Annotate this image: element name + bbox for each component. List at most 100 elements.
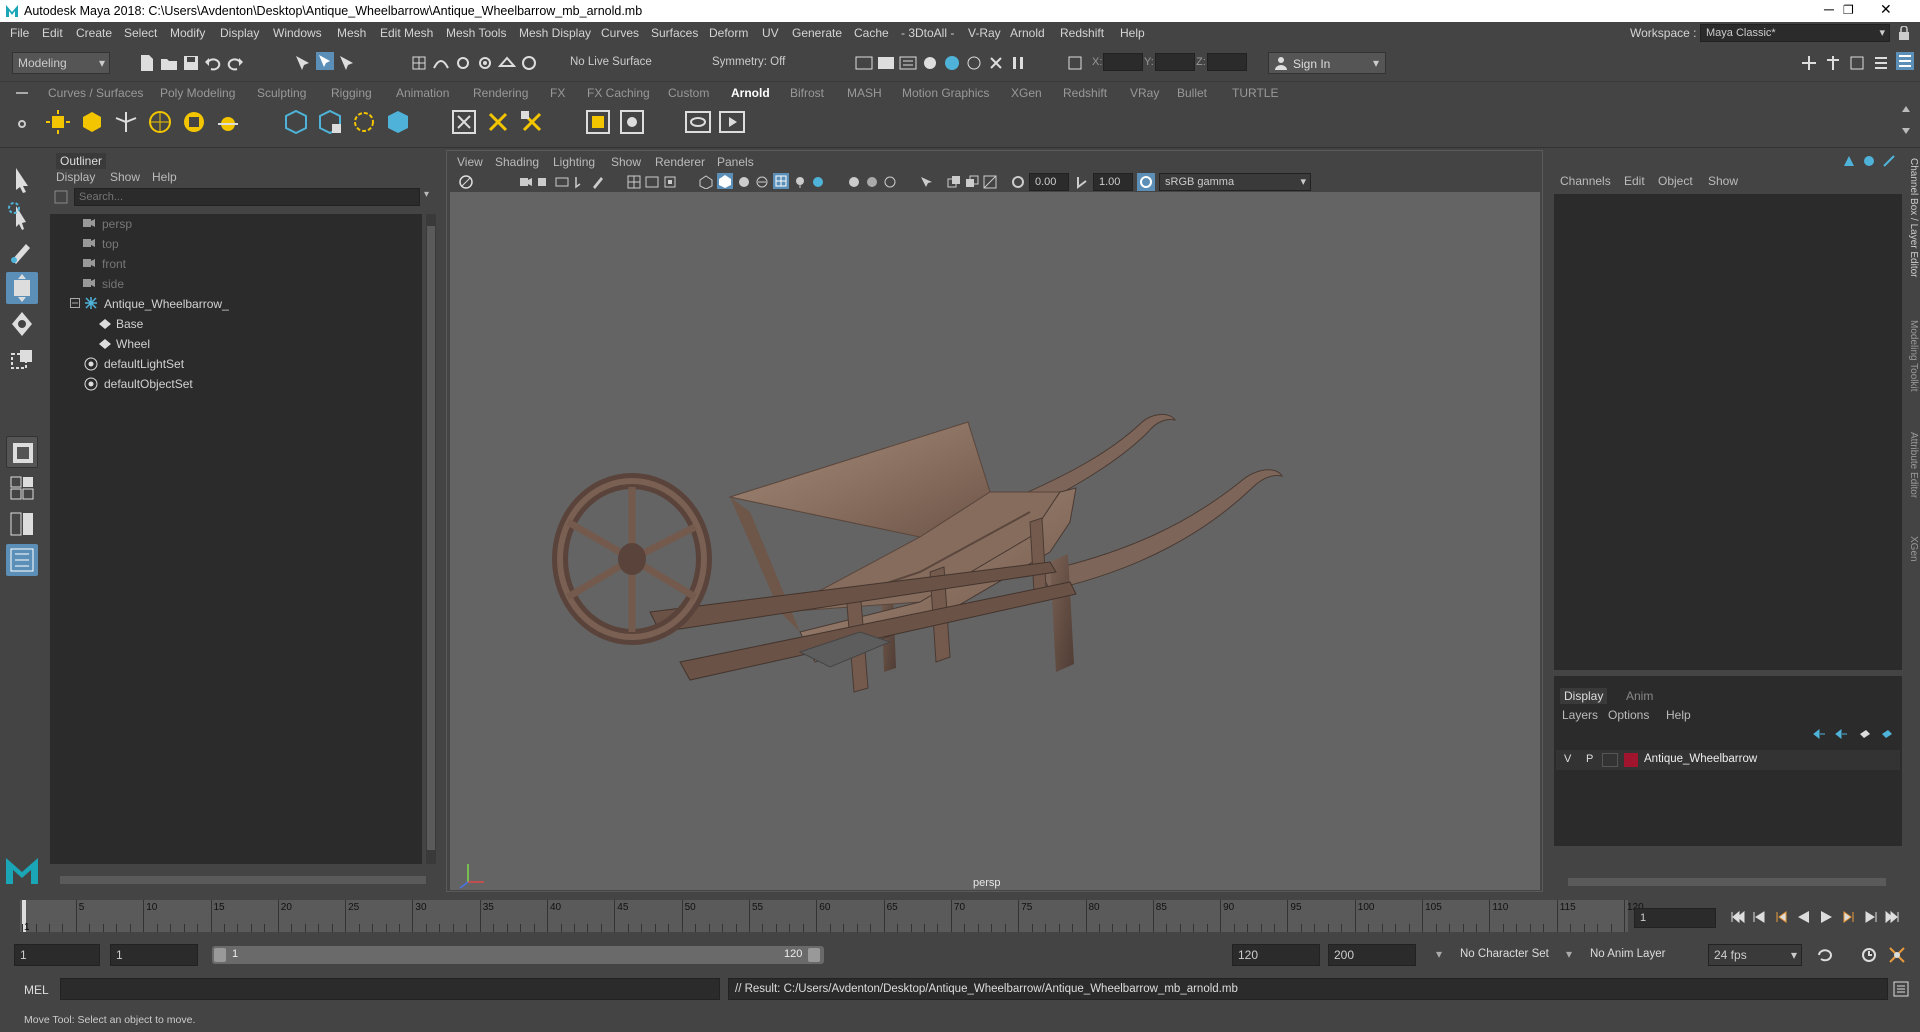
shelf-tab-redshift[interactable]: Redshift [1063, 86, 1107, 100]
mesh-light-icon[interactable] [78, 108, 106, 136]
single-pane-layout-icon[interactable] [6, 436, 38, 468]
redo-icon[interactable] [226, 54, 244, 72]
go-to-end-icon[interactable] [1884, 910, 1900, 924]
resolution-gate-icon[interactable] [663, 175, 677, 189]
view-transform-dropdown[interactable]: sRGB gamma ▾ [1159, 173, 1311, 191]
viewport-menu-show[interactable]: Show [611, 155, 641, 169]
shelf-tab-rendering[interactable]: Rendering [473, 86, 528, 100]
wireframe-icon[interactable] [699, 175, 713, 189]
shelf-menu-icon[interactable] [16, 92, 28, 96]
outliner-item-defaultlightset[interactable]: defaultLightSet [104, 357, 184, 371]
motion-blur-icon[interactable] [847, 175, 861, 189]
snap-surface-icon[interactable] [498, 54, 516, 72]
rotate-tool-icon[interactable] [6, 308, 38, 340]
step-back-key-icon[interactable] [1752, 910, 1768, 924]
play-backward-icon[interactable] [1796, 910, 1812, 924]
menu-surfaces[interactable]: Surfaces [651, 26, 698, 40]
shelf-tab-bifrost[interactable]: Bifrost [790, 86, 824, 100]
shelf-tab-fx-caching[interactable]: FX Caching [587, 86, 650, 100]
gamma-field[interactable]: 1.00 [1093, 173, 1133, 191]
side-tab-attribute-editor[interactable]: Attribute Editor [1908, 432, 1919, 498]
outliner-scrollbar-thumb[interactable] [427, 226, 435, 850]
auto-key-icon[interactable] [1860, 946, 1878, 964]
open-scene-icon[interactable] [160, 54, 178, 72]
xray-joints-icon[interactable] [965, 175, 979, 189]
flush-cache-icon[interactable] [987, 54, 1005, 72]
grease-pencil-icon[interactable] [591, 175, 605, 189]
shelf-tab-rigging[interactable]: Rigging [331, 86, 372, 100]
menu-curves[interactable]: Curves [601, 26, 639, 40]
loop-icon[interactable] [1816, 946, 1834, 964]
flush-textures-icon[interactable] [518, 108, 546, 136]
shelf-tab-turtle[interactable]: TURTLE [1232, 86, 1278, 100]
menu-select[interactable]: Select [124, 26, 157, 40]
shelf-tab-arnold[interactable]: Arnold [731, 86, 770, 100]
play-forward-icon[interactable] [1818, 910, 1834, 924]
layer-tab-anim[interactable]: Anim [1626, 689, 1653, 703]
channels-menu-channels[interactable]: Channels [1560, 174, 1611, 188]
shelf-tab-mash[interactable]: MASH [847, 86, 882, 100]
lock-icon[interactable] [1898, 26, 1910, 40]
viewport-menu-renderer[interactable]: Renderer [655, 155, 705, 169]
animation-start-field[interactable]: 1 [14, 944, 100, 966]
chevron-down-icon[interactable]: ▾ [1566, 947, 1572, 961]
range-slider-start-handle[interactable] [214, 948, 226, 962]
select-tool-icon[interactable] [6, 164, 38, 196]
channels-menu-show[interactable]: Show [1708, 174, 1738, 188]
xray-components-icon[interactable] [983, 175, 997, 189]
menu-edit[interactable]: Edit [42, 26, 63, 40]
workspace-dropdown[interactable]: Maya Classic* ▾ [1700, 24, 1890, 42]
side-tab-modeling-toolkit[interactable]: Modeling Toolkit [1908, 320, 1919, 392]
channels-menu-object[interactable]: Object [1658, 174, 1693, 188]
go-to-start-icon[interactable] [1730, 910, 1746, 924]
channel-box-icon-c[interactable] [1882, 154, 1896, 168]
channel-box-icon[interactable] [1896, 52, 1914, 70]
outliner-layout-icon[interactable] [6, 544, 38, 576]
menu-deform[interactable]: Deform [709, 26, 748, 40]
shelf-tab-sculpting[interactable]: Sculpting [257, 86, 306, 100]
menu-create[interactable]: Create [76, 26, 112, 40]
bookmark-icon[interactable] [537, 175, 551, 189]
isolate-select-icon[interactable] [919, 175, 933, 189]
new-layer-icon[interactable] [1858, 728, 1872, 740]
ambient-occlusion-icon[interactable] [811, 175, 825, 189]
anim-layer-dropdown[interactable]: No Anim Layer [1590, 948, 1665, 960]
sign-in-button[interactable]: Sign In ▾ [1268, 52, 1386, 74]
wheelbarrow-model[interactable] [450, 192, 1540, 890]
viewport-3d[interactable]: persp [450, 192, 1540, 890]
shelf-tab-xgen[interactable]: XGen [1011, 86, 1042, 100]
menu-edit-mesh[interactable]: Edit Mesh [380, 26, 433, 40]
tool-settings-icon[interactable] [1872, 54, 1890, 72]
viewport-menu-shading[interactable]: Shading [495, 155, 539, 169]
photometric-light-icon[interactable] [112, 108, 140, 136]
menu-mesh-display[interactable]: Mesh Display [519, 26, 591, 40]
exposure-field[interactable]: 0.00 [1029, 173, 1069, 191]
menu-redshift[interactable]: Redshift [1060, 26, 1104, 40]
select-camera-icon[interactable] [459, 175, 473, 189]
menu-arnold[interactable]: Arnold [1010, 26, 1045, 40]
maximize-button[interactable]: ❐ [1843, 3, 1854, 17]
filter-icon[interactable] [54, 190, 68, 204]
outliner-item-persp[interactable]: persp [102, 217, 132, 231]
shelf-tab-animation[interactable]: Animation [396, 86, 449, 100]
x-field[interactable] [1103, 53, 1143, 71]
layer-row[interactable]: V P Antique_Wheelbarrow [1556, 750, 1900, 770]
animation-preferences-icon[interactable] [1888, 946, 1906, 964]
shelf-tab-fx[interactable]: FX [550, 86, 565, 100]
export-standin-icon[interactable] [316, 108, 344, 136]
range-slider[interactable]: 1 120 [212, 946, 824, 964]
chevron-down-icon[interactable]: ▾ [424, 189, 429, 200]
arnold-render-view-icon[interactable] [943, 54, 961, 72]
select-component-icon[interactable] [338, 54, 356, 72]
snap-grid-icon[interactable] [410, 54, 428, 72]
layer-visibility-toggle[interactable]: V [1564, 753, 1571, 765]
modeling-toolkit-icon[interactable] [1800, 54, 1818, 72]
channel-box-icon-b[interactable] [1862, 154, 1876, 168]
color-management-icon[interactable] [1137, 173, 1155, 191]
shelf-tab-motion-graphics[interactable]: Motion Graphics [902, 86, 989, 100]
command-result-field[interactable]: // Result: C:/Users/Avdenton/Desktop/Ant… [728, 978, 1888, 1000]
grid-icon[interactable] [627, 175, 641, 189]
outliner-item-wheel[interactable]: Wheel [116, 337, 150, 351]
outliner-item-defaultobjectset[interactable]: defaultObjectSet [104, 377, 193, 391]
channels-menu-edit[interactable]: Edit [1624, 174, 1645, 188]
